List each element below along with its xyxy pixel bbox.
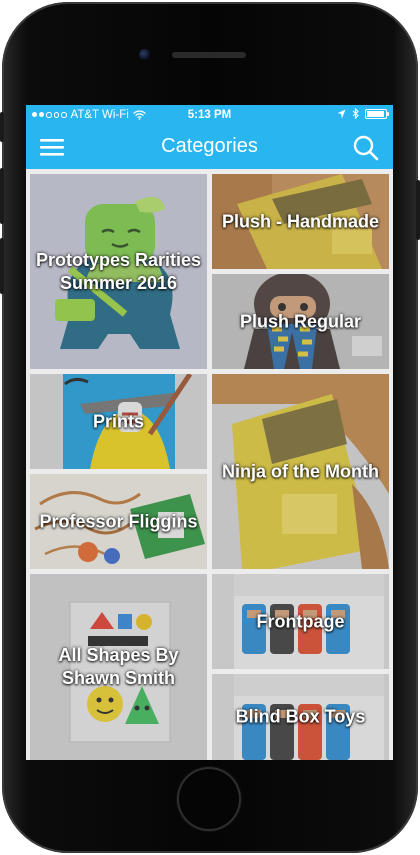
home-button[interactable] — [177, 767, 241, 831]
category-label: Plush - Handmade — [221, 211, 380, 231]
earpiece-speaker — [172, 52, 246, 58]
category-tile-plush-handmade[interactable]: Plush - Handmade — [212, 174, 389, 269]
battery-icon — [365, 108, 389, 119]
category-label: Plush Regular — [239, 311, 362, 331]
status-bar: AT&T Wi-Fi 5:13 PM — [26, 105, 393, 125]
category-grid: Prototypes Rarities Summer 2016 Plush - … — [26, 169, 393, 760]
category-label: Frontpage — [256, 611, 345, 631]
volume-down-button — [0, 238, 4, 294]
category-tile-all-shapes[interactable]: All Shapes By Shawn Smith — [30, 574, 207, 760]
status-indicators — [337, 108, 389, 119]
app-screen: AT&T Wi-Fi 5:13 PM Categories Prototypes… — [26, 105, 393, 760]
page-title: Categories — [161, 135, 258, 157]
category-tile-ninja-of-the-month[interactable]: Ninja of the Month — [212, 374, 389, 569]
category-label: Ninja of the Month — [222, 461, 379, 481]
category-tile-prints[interactable]: Prints — [30, 374, 207, 469]
front-camera — [139, 49, 150, 60]
category-label: Blind Box Toys — [235, 706, 366, 727]
category-tile-prototypes[interactable]: Prototypes Rarities Summer 2016 — [30, 174, 207, 369]
category-tile-professor-fliggins[interactable]: Professor Fliggins — [30, 474, 207, 569]
nav-bar: Categories — [26, 125, 393, 169]
category-tile-blind-box-toys[interactable]: Blind Box Toys — [212, 674, 389, 760]
category-label: Professor Fliggins — [39, 511, 198, 531]
bluetooth-icon — [352, 108, 359, 119]
search-icon[interactable] — [353, 135, 379, 161]
power-button — [416, 180, 420, 240]
battery-level-fill — [367, 110, 384, 117]
category-label: All Shapes By Shawn Smith — [58, 645, 179, 688]
category-label: Prints — [92, 411, 144, 431]
location-arrow-icon — [337, 109, 346, 118]
category-label: Prototypes Rarities Summer 2016 — [35, 249, 202, 293]
category-tile-frontpage[interactable]: Frontpage — [212, 574, 389, 669]
mute-switch — [0, 112, 4, 142]
category-tile-plush-regular[interactable]: Plush Regular — [212, 274, 389, 369]
volume-up-button — [0, 168, 4, 224]
